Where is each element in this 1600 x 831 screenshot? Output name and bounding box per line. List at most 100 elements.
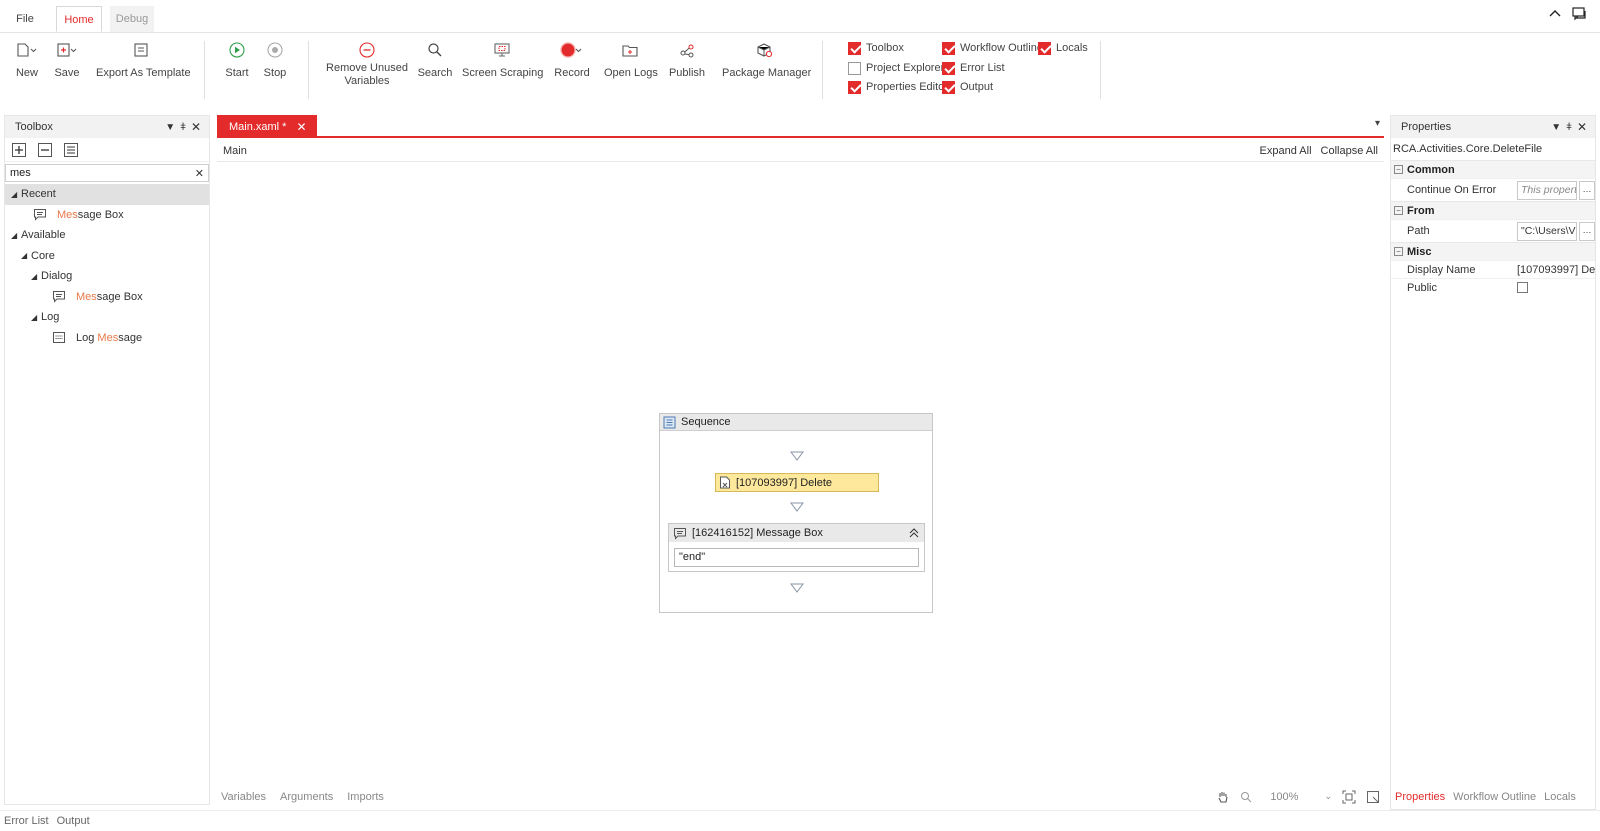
dropdown-icon[interactable]: ▼ xyxy=(165,122,175,133)
search-input[interactable] xyxy=(10,167,195,179)
property-row-path: Path "C:\Users\V… xyxy=(1391,219,1595,242)
collapse-activity-icon[interactable] xyxy=(908,527,920,539)
ellipsis-button[interactable]: … xyxy=(1579,221,1595,241)
checkbox-unchecked xyxy=(848,61,861,75)
collapse-all-link[interactable]: Collapse All xyxy=(1321,145,1378,157)
zoom-dropdown-icon[interactable]: ⌄ xyxy=(1324,791,1332,802)
checkbox-checked xyxy=(942,61,955,75)
list-view-icon[interactable] xyxy=(63,142,79,158)
close-icon[interactable]: ✕ xyxy=(1577,120,1587,134)
package-manager-button[interactable]: Package Manager xyxy=(722,39,811,80)
screen-scraping-button[interactable]: Screen Scraping xyxy=(462,39,543,80)
close-icon[interactable]: ✕ xyxy=(191,120,201,134)
drop-target-icon[interactable] xyxy=(790,502,804,512)
sequence-activity[interactable]: Sequence [107093997] Delete [162416152] … xyxy=(659,413,933,613)
document-tab-strip: Main.xaml * ✕ ▾ xyxy=(217,113,1384,138)
tab-variables[interactable]: Variables xyxy=(221,791,266,803)
collapse-toggle-icon[interactable]: − xyxy=(1394,165,1403,174)
overview-map-icon[interactable] xyxy=(1366,790,1380,804)
tree-group-dialog[interactable]: ◢ Dialog xyxy=(5,266,209,287)
tab-imports[interactable]: Imports xyxy=(347,791,384,803)
locals-checkbox[interactable]: Locals xyxy=(1038,40,1088,56)
drop-target-icon[interactable] xyxy=(790,583,804,593)
collapse-ribbon-icon[interactable] xyxy=(1548,7,1562,21)
new-button[interactable]: New xyxy=(10,39,44,80)
clear-search-icon[interactable]: ✕ xyxy=(195,167,204,180)
tree-item-message-box-recent[interactable]: Mes sage Box xyxy=(5,205,209,226)
search-button[interactable]: Search xyxy=(416,39,454,80)
stop-button[interactable]: Stop xyxy=(260,39,290,80)
tree-group-recent[interactable]: ◢ Recent xyxy=(5,184,209,205)
zoom-level[interactable]: 100% xyxy=(1270,791,1298,803)
tab-home[interactable]: Home xyxy=(56,6,102,32)
error-list-checkbox[interactable]: Error List xyxy=(942,60,1005,76)
tree-group-log[interactable]: ◢ Log xyxy=(5,307,209,328)
zoom-icon[interactable] xyxy=(1240,791,1252,803)
message-text-input[interactable]: "end" xyxy=(674,548,919,567)
export-template-button[interactable]: Export As Template xyxy=(96,39,191,80)
tab-locals[interactable]: Locals xyxy=(1544,791,1576,803)
save-button[interactable]: Save xyxy=(52,39,82,80)
save-icon xyxy=(52,39,82,61)
message-box-header: [162416152] Message Box xyxy=(669,524,924,542)
collapse-all-icon[interactable] xyxy=(37,142,53,158)
start-button[interactable]: Start xyxy=(222,39,252,80)
tree-group-core[interactable]: ◢ Core xyxy=(5,246,209,267)
category-misc[interactable]: − Misc xyxy=(1391,242,1595,260)
continue-on-error-field[interactable]: This property xyxy=(1517,180,1577,200)
expand-all-link[interactable]: Expand All xyxy=(1260,145,1312,157)
properties-editor-checkbox[interactable]: Properties Editor xyxy=(848,79,948,95)
drop-target-icon[interactable] xyxy=(790,451,804,461)
tab-list-menu-icon[interactable]: ▾ xyxy=(1375,118,1380,129)
record-button[interactable]: Record xyxy=(552,39,592,80)
pin-icon[interactable]: ǂ xyxy=(1566,122,1572,133)
tab-output[interactable]: Output xyxy=(57,815,90,827)
designer-status-bar: Variables Arguments Imports 100% ⌄ xyxy=(217,783,1384,810)
toolbox-checkbox[interactable]: Toolbox xyxy=(848,40,904,56)
breadcrumb: Main Expand All Collapse All xyxy=(217,140,1384,162)
pin-icon[interactable]: ǂ xyxy=(180,122,186,133)
breadcrumb-main[interactable]: Main xyxy=(223,145,247,157)
folder-icon xyxy=(604,39,656,61)
tab-workflow-outline[interactable]: Workflow Outline xyxy=(1453,791,1536,803)
ellipsis-button[interactable]: … xyxy=(1579,180,1595,200)
tree-item-log-message[interactable]: Log Mes sage xyxy=(5,328,209,349)
ribbon-separator xyxy=(1100,41,1101,99)
open-logs-button[interactable]: Open Logs xyxy=(604,39,658,80)
remove-unused-variables-button[interactable]: Remove Unused Variables xyxy=(322,39,412,88)
tab-error-list[interactable]: Error List xyxy=(4,815,49,827)
category-from[interactable]: − From xyxy=(1391,201,1595,219)
output-checkbox[interactable]: Output xyxy=(942,79,993,95)
tab-debug[interactable]: Debug xyxy=(110,6,154,32)
display-name-field[interactable]: [107093997] Dele xyxy=(1517,264,1595,276)
workflow-canvas[interactable]: Sequence [107093997] Delete [162416152] … xyxy=(217,163,1384,783)
fit-to-screen-icon[interactable] xyxy=(1342,790,1356,804)
toolbox-search-field[interactable]: ✕ xyxy=(5,164,209,182)
tree-item-message-box[interactable]: Mes sage Box xyxy=(5,287,209,308)
project-explorer-checkbox[interactable]: Project Explorer xyxy=(848,60,944,76)
tab-arguments[interactable]: Arguments xyxy=(280,791,333,803)
tab-main-xaml[interactable]: Main.xaml * ✕ xyxy=(217,115,317,138)
dropdown-icon[interactable]: ▼ xyxy=(1551,122,1561,133)
collapse-toggle-icon[interactable]: − xyxy=(1394,247,1403,256)
path-field[interactable]: "C:\Users\V xyxy=(1517,221,1577,241)
pan-hand-icon[interactable] xyxy=(1216,790,1230,804)
package-icon xyxy=(722,39,806,61)
tree-group-available[interactable]: ◢ Available xyxy=(5,225,209,246)
collapse-toggle-icon[interactable]: − xyxy=(1394,206,1403,215)
category-common[interactable]: − Common xyxy=(1391,160,1595,178)
checkbox-checked xyxy=(942,80,955,94)
publish-button[interactable]: Publish xyxy=(666,39,708,80)
chat-icon[interactable] xyxy=(1572,7,1588,21)
delete-activity[interactable]: [107093997] Delete xyxy=(715,473,879,492)
sequence-header: Sequence xyxy=(660,414,932,431)
properties-title: Properties xyxy=(1401,121,1452,133)
expand-all-icon[interactable] xyxy=(11,142,27,158)
close-tab-icon[interactable]: ✕ xyxy=(296,120,306,134)
message-box-activity[interactable]: [162416152] Message Box "end" xyxy=(668,523,925,572)
tab-file[interactable]: File xyxy=(12,6,38,32)
public-checkbox[interactable] xyxy=(1517,282,1528,293)
tab-properties[interactable]: Properties xyxy=(1395,791,1445,803)
message-box-icon xyxy=(52,290,66,303)
workflow-outline-checkbox[interactable]: Workflow Outline xyxy=(942,40,1043,56)
